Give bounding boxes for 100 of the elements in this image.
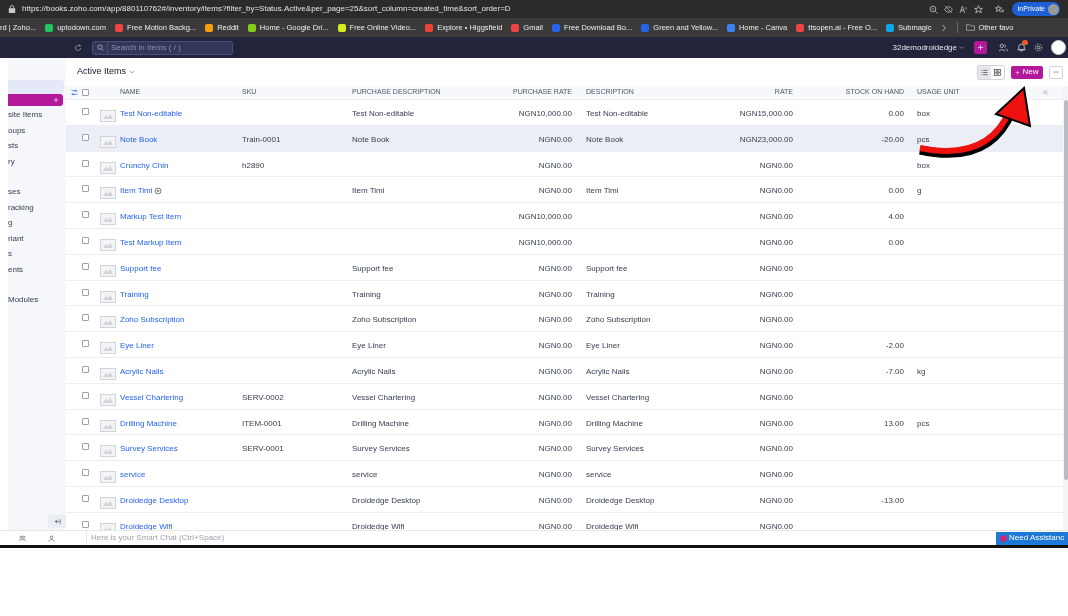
table-row[interactable]: Acrylic Nails Acrylic Nails NGN0.00 Acrylic Nails NGN0.00 -7.00 kg: [66, 356, 1063, 383]
row-checkbox[interactable]: [82, 391, 89, 399]
new-button[interactable]: New: [1011, 65, 1043, 79]
plus-icon[interactable]: [53, 97, 59, 103]
scrollbar[interactable]: [1063, 86, 1068, 530]
item-name-link[interactable]: Zoho Subscription: [120, 314, 185, 327]
table-row[interactable]: Vessel Chartering SERV-0002 Vessel Chartering NGN0.00 Vessel Chartering NGN0.00: [66, 382, 1063, 409]
search-icon[interactable]: [97, 44, 104, 51]
user-avatar[interactable]: [1051, 40, 1066, 55]
more-options-button[interactable]: [1049, 65, 1063, 79]
table-row[interactable]: Eye Liner Eye Liner NGN0.00 Eye Liner NGN0.00 -2.00: [66, 331, 1063, 357]
item-name-link[interactable]: Vessel Chartering: [120, 391, 184, 404]
table-row[interactable]: service service NGN0.00 service NGN0.00: [66, 460, 1063, 486]
row-checkbox[interactable]: [82, 365, 89, 373]
group-icon[interactable]: [19, 534, 26, 542]
settings-icon[interactable]: [1034, 43, 1043, 52]
sidebar-item[interactable]: s: [8, 248, 66, 264]
item-name-link[interactable]: Test Markup Item: [120, 237, 182, 249]
row-checkbox[interactable]: [82, 443, 89, 451]
table-row[interactable]: Drilling Machine ITEM-0001 Drilling Machine NGN0.00 Drilling Machine NGN0.00 13.00 pcs: [66, 408, 1063, 435]
item-name-link[interactable]: Eye Liner: [120, 340, 154, 353]
refresh-icon[interactable]: [74, 43, 82, 52]
row-checkbox[interactable]: [82, 133, 89, 141]
item-name-link[interactable]: service: [120, 469, 146, 482]
row-checkbox[interactable]: [82, 159, 89, 167]
sidebar-item[interactable]: g: [8, 217, 66, 233]
table-row[interactable]: Note Book Train-0001 Note Book NGN0.00 Note Book NGN23,000.00 -20.00 pcs: [66, 124, 1063, 151]
site-icon: [886, 23, 895, 32]
bell-icon[interactable]: [1017, 43, 1026, 52]
url-text[interactable]: https://books.zoho.com/app/880110762#/inventory/items?filter_by=Status.Active&per_page=25&sort_column=created_time&sort_order=D: [22, 3, 924, 15]
row-checkbox[interactable]: [82, 288, 89, 296]
sidebar-item[interactable]: sts: [8, 140, 66, 156]
item-name-link[interactable]: Crunchy Chin: [120, 159, 169, 172]
chat-icon: [1000, 534, 1007, 542]
image-placeholder-icon: [100, 213, 116, 226]
star-icon[interactable]: [974, 4, 984, 14]
item-name-link[interactable]: Item Timi: [120, 185, 153, 198]
new-sidebar-button[interactable]: [8, 94, 63, 106]
row-checkbox[interactable]: [82, 417, 89, 425]
row-checkbox[interactable]: [82, 469, 89, 477]
need-assistance-button[interactable]: Need Assistanc: [996, 531, 1068, 545]
item-name-link[interactable]: Test Non-editable: [120, 108, 183, 120]
read-aloud-icon[interactable]: [959, 4, 969, 14]
sidebar-item[interactable]: riant: [8, 232, 66, 248]
table-row[interactable]: Training Training NGN0.00 Training NGN0.00: [66, 279, 1063, 306]
row-checkbox[interactable]: [82, 520, 89, 528]
row-checkbox[interactable]: [82, 494, 89, 502]
item-name-link[interactable]: Note Book: [120, 133, 158, 146]
row-checkbox[interactable]: [82, 340, 89, 348]
table-cell: Test Non-editable: [586, 108, 649, 120]
row-checkbox[interactable]: [82, 314, 89, 322]
table-cell: Droidedge Wifi: [352, 520, 405, 530]
search-icon[interactable]: [1043, 90, 1048, 95]
sidebar-item[interactable]: ses: [8, 186, 66, 202]
table-row[interactable]: Support fee Support fee NGN0.00 Support fee NGN0.00: [66, 253, 1063, 280]
table-cell: NGN0.00: [538, 494, 572, 507]
table-cell: -2.00: [885, 340, 904, 353]
row-checkbox[interactable]: [82, 237, 89, 244]
collapse-sidebar-button[interactable]: [48, 515, 66, 528]
table-cell: NGN0.00: [538, 159, 572, 172]
table-row[interactable]: Droidedge Desktop Droidedge Desktop NGN0.00 Droidedge Desktop NGN0.00 -13.00: [66, 485, 1063, 512]
table-row[interactable]: Test Non-editable Test Non-editable NGN10,000.00 Test Non-editable NGN15,000.00 0.00 box: [66, 99, 1063, 125]
item-name-link[interactable]: Markup Test Item: [120, 211, 182, 224]
item-name-link[interactable]: Training: [120, 288, 149, 301]
item-name-link[interactable]: Survey Services: [120, 443, 178, 456]
item-name-link[interactable]: Support fee: [120, 262, 162, 275]
item-name-link[interactable]: Acrylic Nails: [120, 365, 164, 378]
site-icon: [247, 23, 256, 32]
table-row[interactable]: Crunchy Chin h2890 NGN0.00 NGN0.00 box: [66, 150, 1063, 177]
eye-off-icon[interactable]: [944, 4, 954, 14]
plus-icon[interactable]: [1015, 69, 1021, 75]
sidebar-item[interactable]: oups: [8, 124, 66, 140]
sidebar-item[interactable]: ents: [8, 263, 66, 279]
column-settings-icon[interactable]: [70, 89, 78, 96]
row-checkbox[interactable]: [82, 211, 89, 219]
organization-menu[interactable]: 32demodroidedge: [892, 41, 964, 54]
sidebar-item[interactable]: racking: [8, 201, 66, 217]
chevron-right-icon[interactable]: [940, 23, 949, 32]
item-name-link[interactable]: Drilling Machine: [120, 417, 177, 430]
collapse-icon[interactable]: [53, 518, 61, 525]
sidebar-item[interactable]: ry: [8, 155, 66, 171]
item-name-link[interactable]: Droidedge Desktop: [120, 494, 189, 507]
select-all-checkbox[interactable]: [82, 89, 89, 96]
zoom-out-icon[interactable]: [929, 4, 939, 14]
favorites-icon[interactable]: [995, 4, 1005, 14]
table-cell: NGN0.00: [759, 391, 793, 404]
sidebar-item[interactable]: site Items: [8, 109, 66, 125]
image-placeholder-icon: [100, 471, 116, 484]
row-checkbox[interactable]: [82, 108, 89, 115]
table-row[interactable]: Test Markup Item NGN10,000.00 NGN0.00 0.00: [66, 228, 1063, 254]
view-selector[interactable]: Active Items: [77, 65, 135, 79]
table-row[interactable]: Markup Test Item NGN10,000.00 NGN0.00 4.00: [66, 202, 1063, 228]
row-checkbox[interactable]: [82, 262, 89, 270]
search-field[interactable]: Search in Items ( / ): [92, 40, 233, 55]
item-name-link[interactable]: Droidedge Wifi: [120, 520, 173, 530]
user-icon[interactable]: [48, 534, 55, 542]
row-checkbox[interactable]: [82, 185, 89, 193]
people-icon[interactable]: [999, 43, 1008, 52]
chevron-down-icon[interactable]: [129, 69, 135, 75]
sidebar-item[interactable]: Modules: [8, 294, 66, 310]
